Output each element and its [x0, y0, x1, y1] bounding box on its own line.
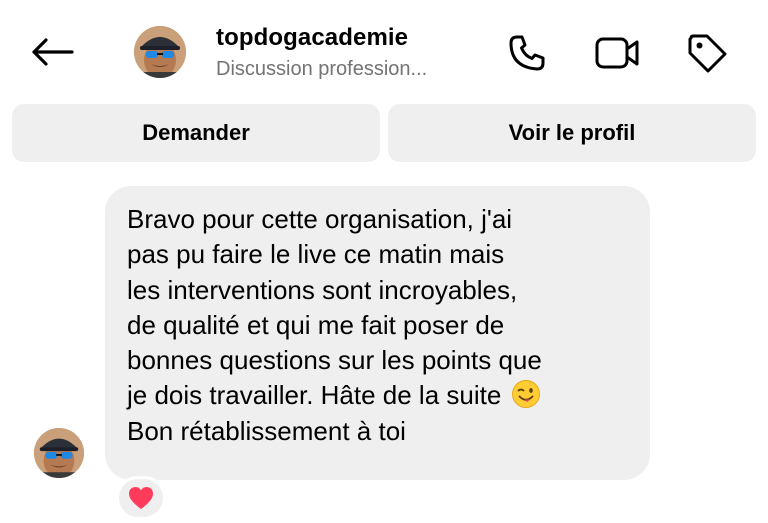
- contact-avatar[interactable]: [134, 26, 186, 78]
- view-profile-button[interactable]: Voir le profil: [388, 104, 756, 162]
- message-text-main: Bravo pour cette organisation, j'ai pas …: [127, 204, 542, 411]
- video-camera-icon: [595, 37, 639, 69]
- contact-name[interactable]: topdogacademie: [216, 24, 408, 52]
- message-bubble[interactable]: Bravo pour cette organisation, j'ai pas …: [105, 186, 650, 480]
- video-call-button[interactable]: [594, 30, 640, 76]
- contact-subtitle: Discussion profession...: [216, 58, 428, 80]
- tag-icon: [688, 34, 727, 73]
- message-text: Bravo pour cette organisation, j'ai pas …: [127, 202, 630, 449]
- call-button[interactable]: [504, 30, 550, 76]
- dm-conversation-screen: topdogacademie Discussion profession... …: [0, 0, 768, 523]
- winking-face-emoji-icon: [511, 380, 540, 409]
- heart-reaction[interactable]: [116, 476, 166, 520]
- ask-button[interactable]: Demander: [12, 104, 380, 162]
- message-text-end: Bon rétablissement à toi: [127, 415, 406, 446]
- arrow-left-icon: [32, 38, 74, 66]
- sender-avatar[interactable]: [34, 428, 84, 478]
- phone-icon: [509, 35, 545, 71]
- chat-header: topdogacademie Discussion profession...: [0, 0, 768, 100]
- heart-icon: [129, 487, 153, 509]
- label-button[interactable]: [684, 30, 730, 76]
- back-button[interactable]: [28, 32, 76, 72]
